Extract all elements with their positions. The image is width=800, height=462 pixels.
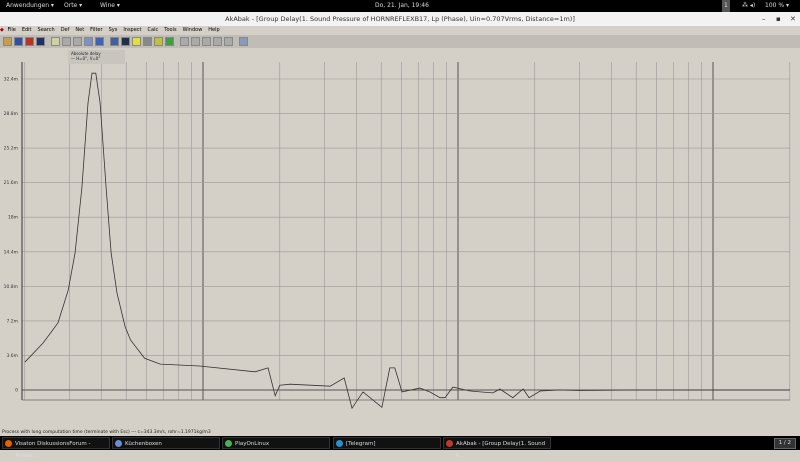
menu-inspect[interactable]: Inspect [123,26,141,35]
toolbar-button-9[interactable] [95,37,104,46]
group-delay-chart: 0 3.6m 7.2m 10.8m 14.4m 18m 21.6m 25.2m 28.8m 32.… [0,48,800,412]
status-bar: Process with long computation time (term… [0,429,800,436]
toolbar-button-5[interactable] [51,37,60,46]
menu-sys[interactable]: Sys [109,26,118,35]
taskbar-item[interactable]: [Telegram] [333,437,441,449]
taskbar-item-label: [Telegram] [346,441,376,447]
applications-menu[interactable]: Anwendungen ▾ [6,0,54,12]
workspace-indicator[interactable]: 1 [722,0,730,12]
taskbar-item-label: PlayOnLinux [235,441,270,447]
close-button[interactable]: ✕ [790,12,796,26]
toolbar-button-18[interactable] [202,37,211,46]
y-tick-label: 7.2m [6,318,18,324]
menu-file[interactable]: File [7,26,15,35]
network-icon[interactable]: ⁂ ◂) [742,0,755,12]
window-titlebar: AkAbak - [Group Delay(1. Sound Pressure … [0,12,800,26]
wine-menu[interactable]: Wine ▾ [100,0,120,12]
chart-legend: Absolute delay — H=0°, V=0° [68,50,125,64]
workspace-pager[interactable]: 1 / 2 [773,438,796,449]
toolbar-button-2[interactable] [14,37,23,46]
menu-bar: ◆ File Edit Search Def Net Filter Sys Inspect Ca… [0,26,800,35]
y-tick-label: 3.6m [6,353,18,359]
y-tick-label: 14.4m [4,249,18,255]
menu-net[interactable]: Net [75,26,84,35]
y-tick-label: 25.2m [4,146,18,152]
toolbar [0,35,800,48]
menu-window[interactable]: Window [183,26,203,35]
taskbar-item-label: Visaton DiskussionsForum - Antwo... [15,441,91,459]
y-tick-label: 32.4m [4,77,18,83]
series-line-group-delay [24,72,790,410]
taskbar-item[interactable]: Visaton DiskussionsForum - Antwo... [2,437,110,459]
app-icon [5,440,12,447]
y-tick-label: 18m [8,215,18,221]
y-tick-label: 28.8m [4,111,18,117]
toolbar-button-8[interactable] [84,37,93,46]
toolbar-button-11[interactable] [121,37,130,46]
toolbar-button-10[interactable] [110,37,119,46]
toolbar-button-19[interactable] [213,37,222,46]
menu-filter[interactable]: Filter [90,26,102,35]
y-tick-label: 0 [15,388,18,394]
app-icon [336,440,343,447]
toolbar-button-7[interactable] [73,37,82,46]
maximize-button[interactable]: ▪ [776,12,781,26]
toolbar-button-12[interactable] [132,37,141,46]
app-icon [446,440,453,447]
taskbar-item[interactable]: PlayOnLinux [222,437,330,449]
taskbar-item-label: Küchenboxen [125,441,162,447]
toolbar-button-21[interactable] [239,37,248,46]
toolbar-button-16[interactable] [180,37,189,46]
toolbar-button-20[interactable] [224,37,233,46]
menu-help[interactable]: Help [208,26,219,35]
taskbar: 1 / 2 Visaton DiskussionsForum - Antwo..… [0,436,800,459]
y-tick-label: 21.6m [4,180,18,186]
y-tick-label: 10.8m [4,284,18,290]
app-icon [225,440,232,447]
toolbar-button-1[interactable] [3,37,12,46]
taskbar-item[interactable]: AkAbak - [Group Delay(1. Sound P... [443,437,551,459]
taskbar-item-label: AkAbak - [Group Delay(1. Sound P... [456,441,546,459]
menu-tools[interactable]: Tools [164,26,176,35]
legend-series: — H=0°, V=0° [71,56,101,61]
toolbar-button-15[interactable] [165,37,174,46]
toolbar-button-17[interactable] [191,37,200,46]
toolbar-button-4[interactable] [36,37,45,46]
places-menu[interactable]: Orte ▾ [64,0,82,12]
minimize-button[interactable]: – [762,12,766,26]
menu-def[interactable]: Def [61,26,70,35]
menu-edit[interactable]: Edit [22,26,32,35]
taskbar-item[interactable]: Küchenboxen [112,437,220,449]
window-title: AkAbak - [Group Delay(1. Sound Pressure … [225,15,575,23]
menu-search[interactable]: Search [38,26,55,35]
clock[interactable]: Do, 21. Jan, 19:46 [375,0,429,12]
system-top-bar: Anwendungen ▾ Orte ▾ Wine ▾ Do, 21. Jan,… [0,0,800,12]
app-icon: ◆ [0,27,4,33]
app-icon [115,440,122,447]
toolbar-button-14[interactable] [154,37,163,46]
toolbar-button-3[interactable] [25,37,34,46]
battery-indicator[interactable]: 100 % ▾ [765,0,789,12]
menu-calc[interactable]: Calc [148,26,159,35]
toolbar-button-13[interactable] [143,37,152,46]
toolbar-button-6[interactable] [62,37,71,46]
